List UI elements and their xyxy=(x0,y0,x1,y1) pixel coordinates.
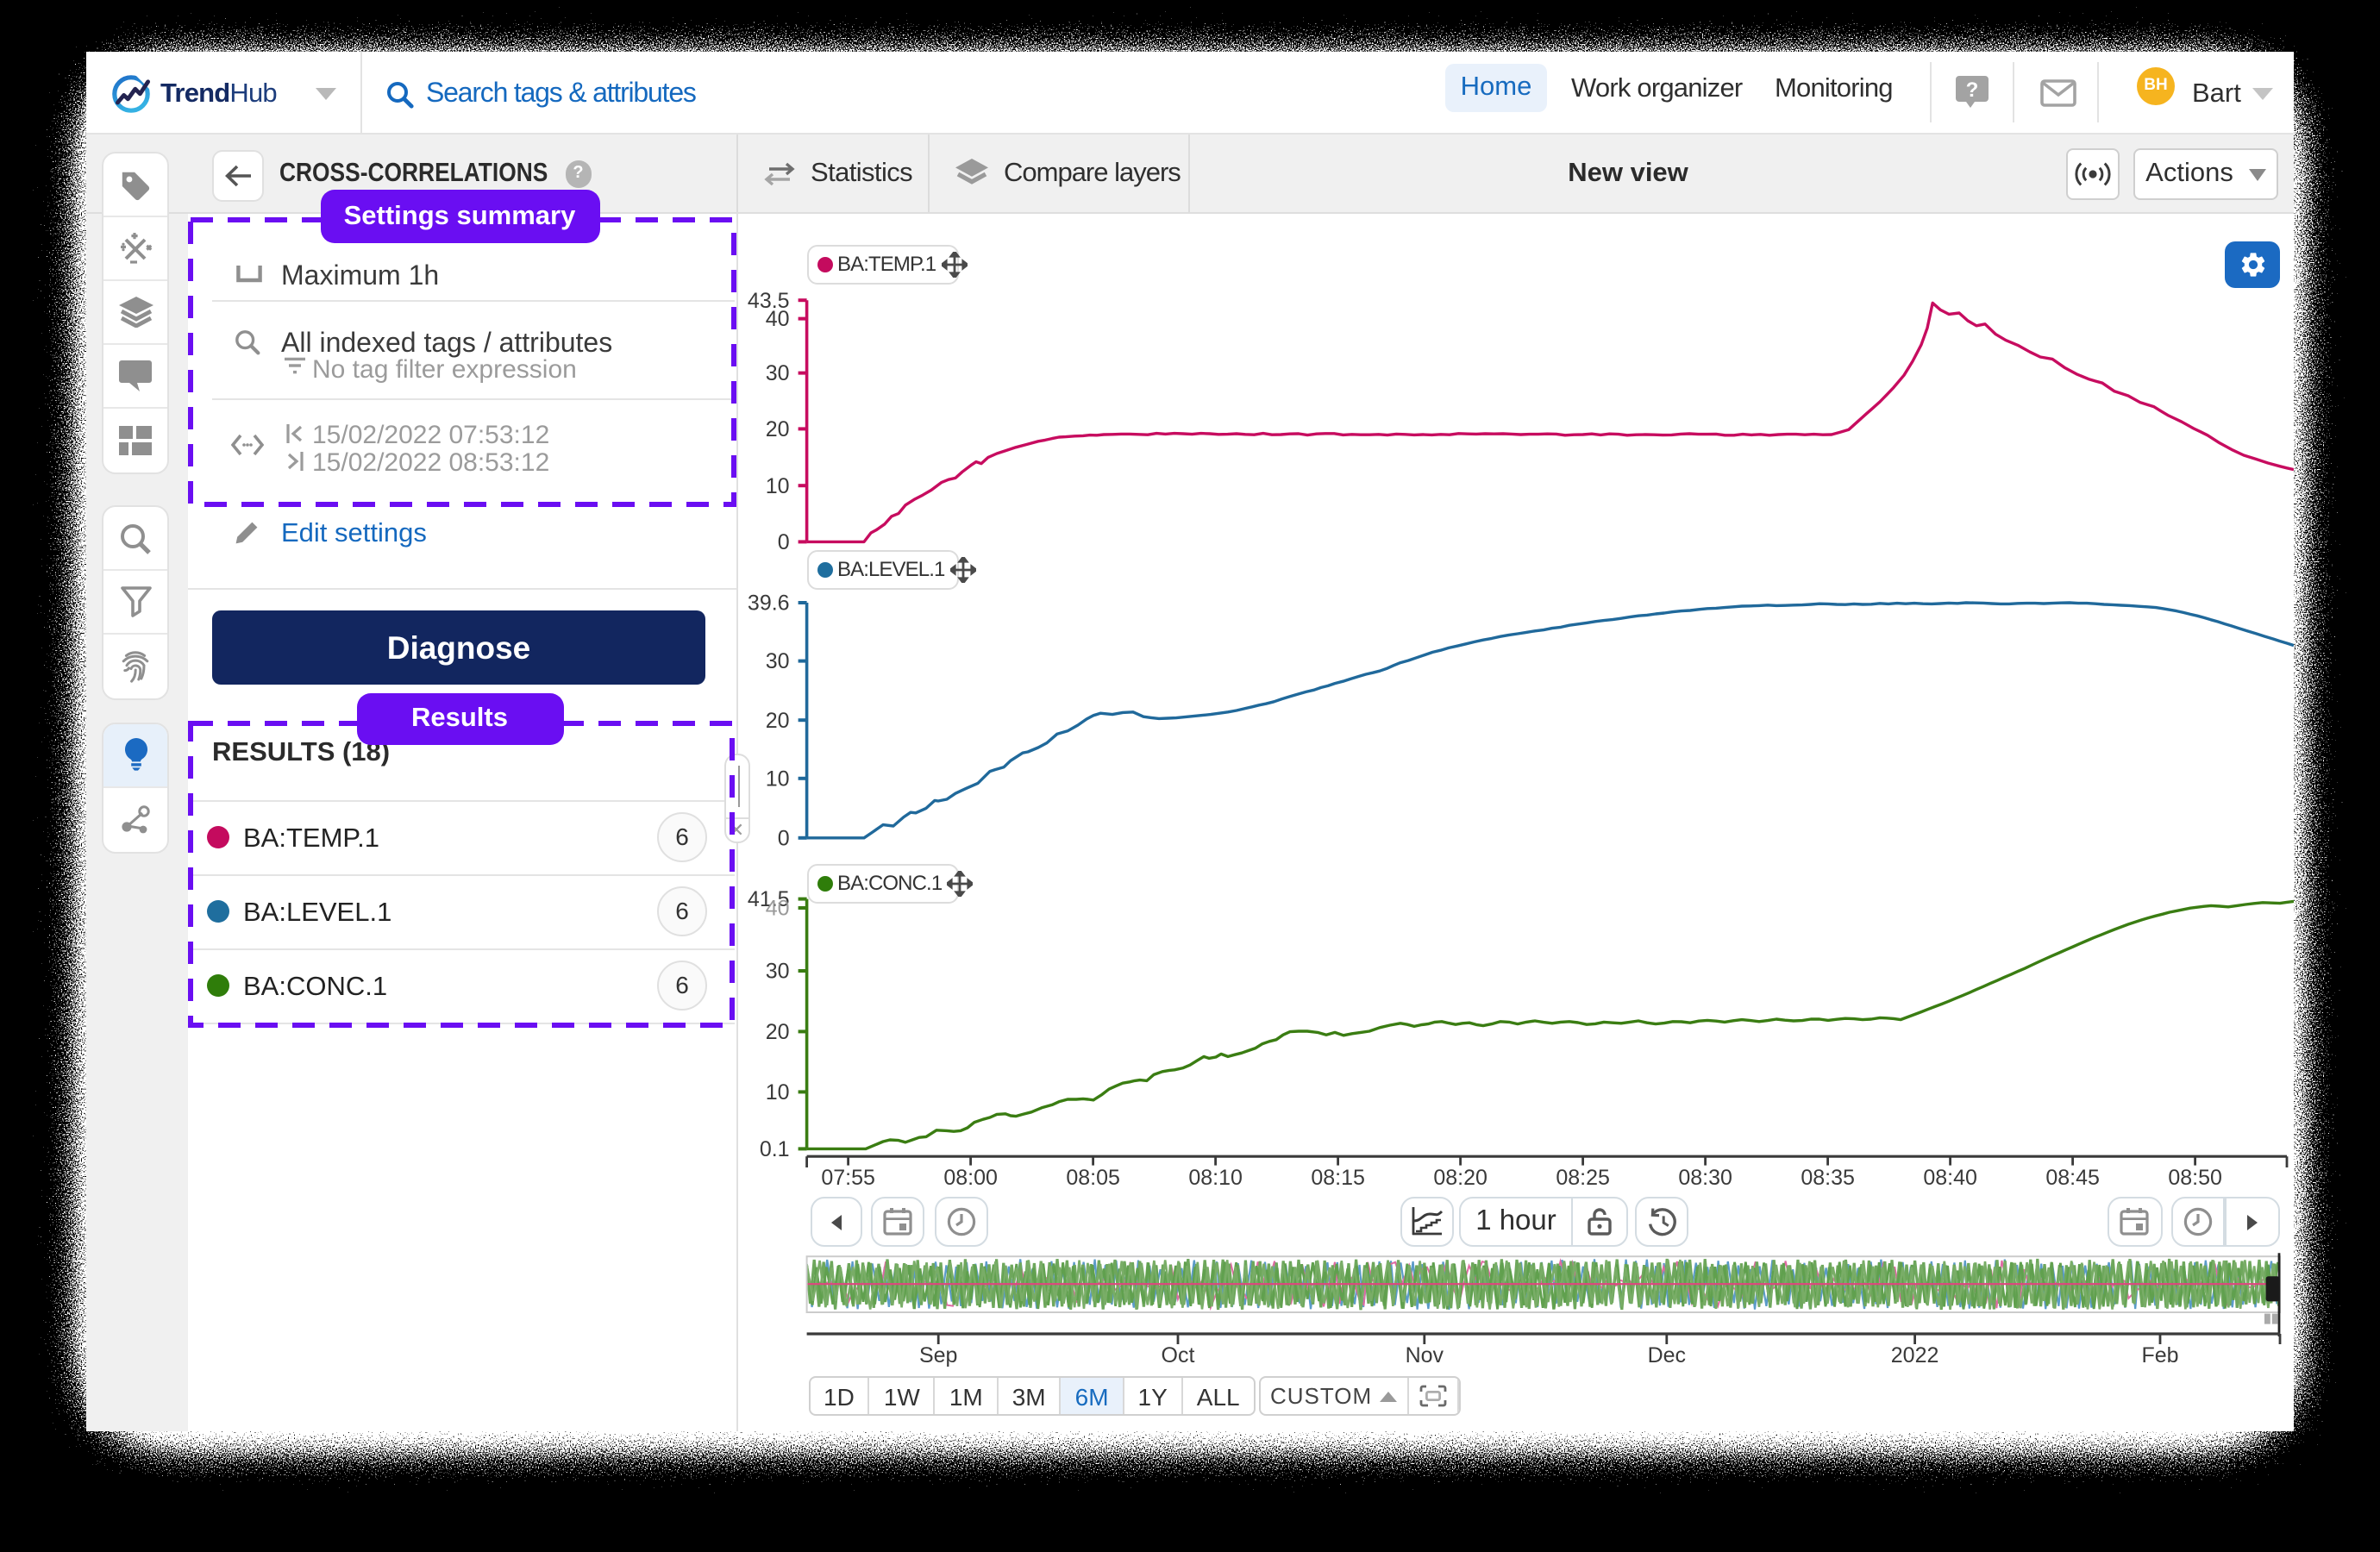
svg-text:39.6: 39.6 xyxy=(748,591,790,616)
svg-text:0: 0 xyxy=(778,530,790,554)
svg-text:Sep: Sep xyxy=(919,1343,957,1367)
svg-text:Nov: Nov xyxy=(1406,1343,1444,1367)
svg-text:08:45: 08:45 xyxy=(2045,1166,2100,1190)
svg-text:08:50: 08:50 xyxy=(2168,1166,2222,1190)
svg-text:08:10: 08:10 xyxy=(1188,1166,1243,1190)
svg-text:20: 20 xyxy=(766,709,790,733)
svg-text:08:30: 08:30 xyxy=(1678,1166,1732,1190)
svg-text:40: 40 xyxy=(766,897,790,921)
svg-text:0.1: 0.1 xyxy=(760,1137,790,1161)
svg-text:30: 30 xyxy=(766,361,790,385)
svg-text:0: 0 xyxy=(778,826,790,850)
svg-text:10: 10 xyxy=(766,1080,790,1105)
svg-text:Feb: Feb xyxy=(2141,1343,2178,1367)
svg-text:07:55: 07:55 xyxy=(821,1166,875,1190)
svg-text:08:05: 08:05 xyxy=(1066,1166,1120,1190)
svg-text:08:25: 08:25 xyxy=(1556,1166,1610,1190)
svg-text:30: 30 xyxy=(766,649,790,673)
svg-text:08:15: 08:15 xyxy=(1311,1166,1365,1190)
svg-text:Oct: Oct xyxy=(1162,1343,1195,1367)
svg-text:20: 20 xyxy=(766,1020,790,1044)
svg-text:2022: 2022 xyxy=(1891,1343,1939,1367)
svg-text:08:35: 08:35 xyxy=(1801,1166,1855,1190)
svg-text:10: 10 xyxy=(766,474,790,498)
svg-text:20: 20 xyxy=(766,417,790,441)
svg-text:Dec: Dec xyxy=(1648,1343,1686,1367)
svg-text:08:00: 08:00 xyxy=(943,1166,998,1190)
svg-text:30: 30 xyxy=(766,960,790,984)
svg-text:08:40: 08:40 xyxy=(1923,1166,1977,1190)
svg-text:10: 10 xyxy=(766,767,790,791)
svg-text:40: 40 xyxy=(766,307,790,331)
svg-text:08:20: 08:20 xyxy=(1433,1166,1488,1190)
